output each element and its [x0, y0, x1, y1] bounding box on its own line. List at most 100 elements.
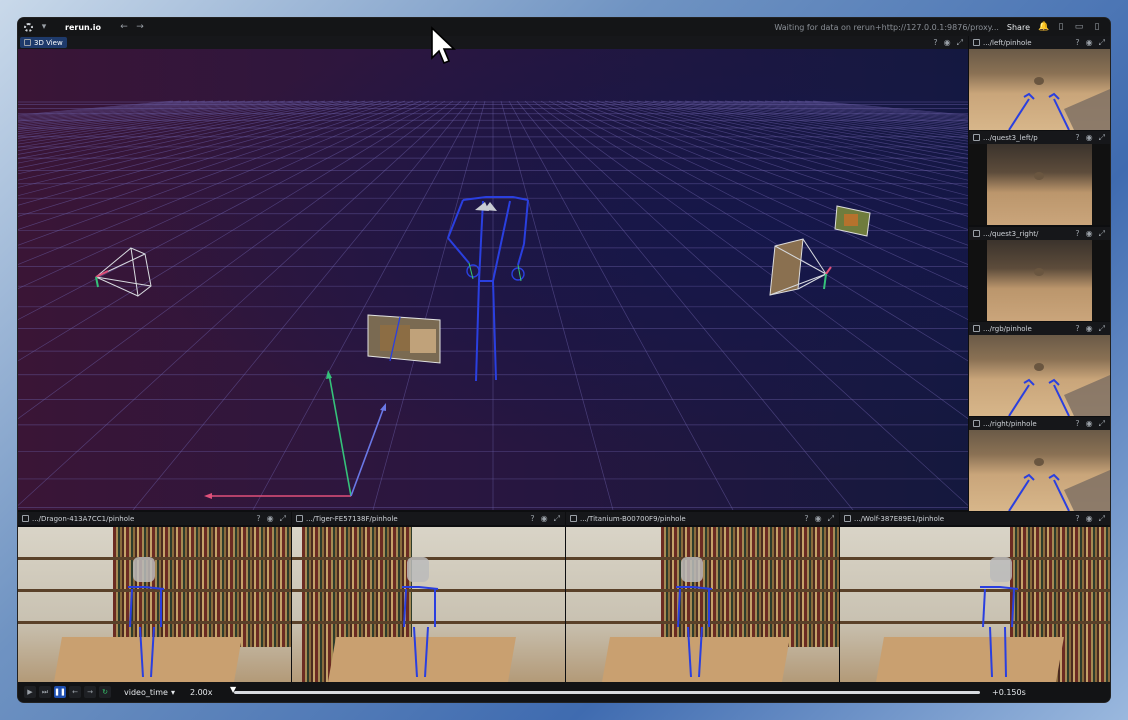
- bottom-panel-toggle-icon[interactable]: ▭: [1074, 22, 1084, 32]
- camera-overlay: [1008, 77, 1110, 130]
- bottom-panel-tab[interactable]: .../Dragon-413A7CC1/pinhole: [18, 513, 138, 524]
- step-next-icon[interactable]: →: [84, 686, 96, 698]
- timeline-selector[interactable]: video_time: [124, 688, 168, 697]
- bottom-panel-camera-view[interactable]: [566, 527, 839, 682]
- right-panel-camera-view[interactable]: [969, 144, 1110, 225]
- forward-arrow-icon[interactable]: →: [135, 22, 145, 32]
- view-icon: [973, 230, 980, 237]
- person-skeleton-overlay: [980, 557, 1019, 678]
- help-icon[interactable]: ?: [1075, 38, 1079, 48]
- rerun-menu-icon[interactable]: [24, 22, 33, 32]
- back-arrow-icon[interactable]: ←: [119, 22, 129, 32]
- grid-line: [18, 100, 446, 362]
- visibility-eye-icon[interactable]: ◉: [944, 38, 951, 48]
- maximize-icon[interactable]: ⤢: [957, 38, 963, 48]
- grid-line: [18, 100, 318, 151]
- grid-line: [724, 100, 968, 132]
- playhead-handle[interactable]: ▼: [230, 685, 236, 699]
- bottom-panel-tab[interactable]: .../Tiger-FE57138F/pinhole: [292, 513, 402, 524]
- step-back-icon[interactable]: ←: [69, 686, 81, 698]
- maximize-icon[interactable]: ⤢: [1099, 324, 1105, 334]
- right-panel-tab[interactable]: .../quest3_left/p: [969, 132, 1042, 143]
- timeline-bar: ▶ ⏭ ❚❚ ← → ↻ video_time ▾ 2.00x ▼ +0.150…: [18, 682, 1110, 702]
- right-panel-tab[interactable]: .../rgb/pinhole: [969, 323, 1036, 334]
- left-panel-toggle-icon[interactable]: ▯: [1056, 22, 1066, 32]
- bottom-panel-camera-view[interactable]: [292, 527, 565, 682]
- maximize-icon[interactable]: ⤢: [1099, 229, 1105, 239]
- visibility-eye-icon[interactable]: ◉: [1086, 419, 1093, 429]
- grid-line: [18, 100, 246, 129]
- visibility-eye-icon[interactable]: ◉: [1086, 324, 1093, 334]
- help-icon[interactable]: ?: [1075, 229, 1079, 239]
- visibility-eye-icon[interactable]: ◉: [815, 514, 822, 524]
- playback-speed[interactable]: 2.00x: [190, 688, 213, 697]
- chevron-down-icon[interactable]: ▾: [39, 22, 49, 32]
- camera-image-plane-far: [834, 205, 871, 237]
- bottom-panel-header: .../Titanium-B00700F9/pinhole? ◉ ⤢: [566, 512, 839, 525]
- bottom-panel-tab[interactable]: .../Titanium-B00700F9/pinhole: [566, 513, 690, 524]
- grid-line: [716, 100, 968, 135]
- visibility-eye-icon[interactable]: ◉: [1086, 514, 1093, 524]
- grid-line: [18, 100, 278, 137]
- grid-line: [548, 100, 968, 320]
- grid-line: [732, 100, 968, 130]
- grid-line: [524, 100, 968, 506]
- help-icon[interactable]: ?: [804, 514, 808, 524]
- grid-line: [18, 100, 334, 159]
- maximize-icon[interactable]: ⤢: [554, 514, 560, 524]
- right-panel-camera-view[interactable]: [969, 430, 1110, 511]
- tab-3d-view[interactable]: 3D View: [20, 37, 67, 48]
- bottom-panel-camera-view[interactable]: [840, 527, 1110, 682]
- help-icon[interactable]: ?: [530, 514, 534, 524]
- visibility-eye-icon[interactable]: ◉: [1086, 38, 1093, 48]
- visibility-eye-icon[interactable]: ◉: [541, 514, 548, 524]
- right-panel-tab[interactable]: .../left/pinhole: [969, 37, 1036, 48]
- visibility-eye-icon[interactable]: ◉: [1086, 133, 1093, 143]
- grid-line: [132, 100, 470, 510]
- grid-line: [652, 100, 968, 159]
- timeline-scrubber[interactable]: [234, 691, 980, 694]
- help-icon[interactable]: ?: [256, 514, 260, 524]
- right-panel-toggle-icon[interactable]: ▯: [1092, 22, 1102, 32]
- right-panel-camera-view[interactable]: [969, 335, 1110, 416]
- loop-icon[interactable]: ↻: [99, 686, 111, 698]
- help-icon[interactable]: ?: [933, 38, 937, 48]
- visibility-eye-icon[interactable]: ◉: [1086, 229, 1093, 239]
- share-button[interactable]: Share: [1007, 23, 1030, 32]
- grid-line: [748, 100, 968, 127]
- bottom-panel-tab[interactable]: .../Wolf-387E89E1/pinhole: [840, 513, 948, 524]
- grid-line: [18, 100, 342, 164]
- right-panel-tab[interactable]: .../quest3_right/: [969, 228, 1042, 239]
- maximize-icon[interactable]: ⤢: [280, 514, 286, 524]
- view-icon: [844, 515, 851, 522]
- right-panel-tab[interactable]: .../right/pinhole: [969, 418, 1041, 429]
- maximize-icon[interactable]: ⤢: [1099, 133, 1105, 143]
- help-icon[interactable]: ?: [1075, 324, 1079, 334]
- grid-line: [764, 100, 968, 124]
- pause-icon[interactable]: ❚❚: [54, 686, 66, 698]
- help-icon[interactable]: ?: [1075, 133, 1079, 143]
- play-icon[interactable]: ▶: [24, 686, 36, 698]
- notifications-icon[interactable]: 🔔: [1038, 22, 1049, 32]
- bottom-panel-camera-view[interactable]: [18, 527, 291, 682]
- right-panel-camera-view[interactable]: [969, 49, 1110, 130]
- grid-line: [508, 100, 734, 510]
- right-panel-header: .../right/pinhole? ◉ ⤢: [969, 417, 1110, 430]
- 3d-scene: [18, 100, 968, 510]
- help-icon[interactable]: ?: [1075, 514, 1079, 524]
- brand-label: rerun.io: [65, 22, 101, 32]
- maximize-icon[interactable]: ⤢: [1099, 419, 1105, 429]
- right-panel-camera-view[interactable]: [969, 240, 1110, 321]
- maximize-icon[interactable]: ⤢: [828, 514, 834, 524]
- visibility-eye-icon[interactable]: ◉: [267, 514, 274, 524]
- step-forward-icon[interactable]: ⏭: [39, 686, 51, 698]
- grid-line: [18, 100, 230, 125]
- person-skeleton-overlay: [128, 557, 165, 678]
- maximize-icon[interactable]: ⤢: [1099, 38, 1105, 48]
- chevron-down-icon[interactable]: ▾: [171, 688, 175, 697]
- help-icon[interactable]: ?: [1075, 419, 1079, 429]
- maximize-icon[interactable]: ⤢: [1099, 514, 1105, 524]
- grid-line: [588, 100, 968, 217]
- 3d-viewport[interactable]: [18, 49, 968, 510]
- grid-line: [372, 100, 486, 510]
